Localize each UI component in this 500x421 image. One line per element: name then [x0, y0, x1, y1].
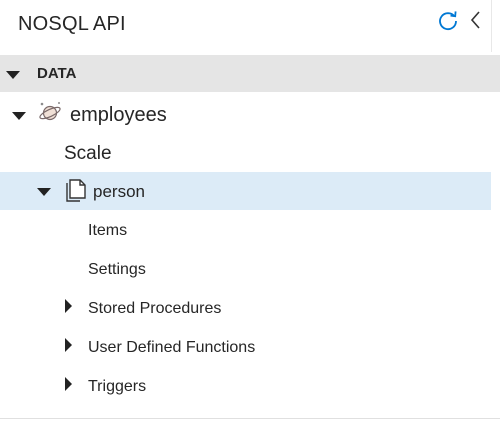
panel-title: NOSQL API: [18, 13, 126, 35]
data-section-header[interactable]: DATA: [0, 55, 500, 92]
tree-item-triggers[interactable]: Triggers: [0, 368, 500, 406]
tree-item-scale[interactable]: Scale: [0, 134, 500, 172]
database-label: employees: [70, 104, 167, 126]
tree-item-employees[interactable]: employees: [0, 95, 500, 133]
tree-item-person[interactable]: person: [0, 172, 491, 210]
tree-item-settings[interactable]: Settings: [0, 251, 500, 289]
resource-tree-panel: NOSQL API DATA employees Scale person It…: [0, 0, 500, 421]
collapse-panel-button[interactable]: [466, 7, 486, 35]
caret-down-icon: [37, 185, 51, 203]
tree-item-stored-procedures[interactable]: Stored Procedures: [0, 290, 500, 328]
caret-right-icon: [64, 377, 74, 396]
tree-item-items[interactable]: Items: [0, 212, 500, 250]
items-label: Items: [88, 222, 128, 239]
caret-down-icon: [6, 68, 20, 86]
scale-label: Scale: [64, 143, 112, 164]
settings-label: Settings: [88, 261, 146, 278]
header-divider: [491, 0, 492, 52]
container-label: person: [93, 182, 145, 201]
triggers-label: Triggers: [88, 378, 147, 395]
tree-item-user-defined-functions[interactable]: User Defined Functions: [0, 329, 500, 367]
refresh-button[interactable]: [434, 7, 462, 35]
user-defined-functions-label: User Defined Functions: [88, 339, 256, 356]
refresh-icon: [439, 11, 457, 31]
caret-right-icon: [64, 338, 74, 357]
document-collection-icon: [65, 179, 87, 208]
cosmos-database-icon: [38, 99, 64, 130]
data-section-label: DATA: [37, 65, 77, 82]
panel-header: NOSQL API: [0, 0, 500, 52]
caret-down-icon: [12, 109, 26, 127]
stored-procedures-label: Stored Procedures: [88, 300, 222, 317]
caret-right-icon: [64, 299, 74, 318]
bottom-divider: [0, 418, 500, 419]
chevron-left-icon: [470, 11, 480, 29]
